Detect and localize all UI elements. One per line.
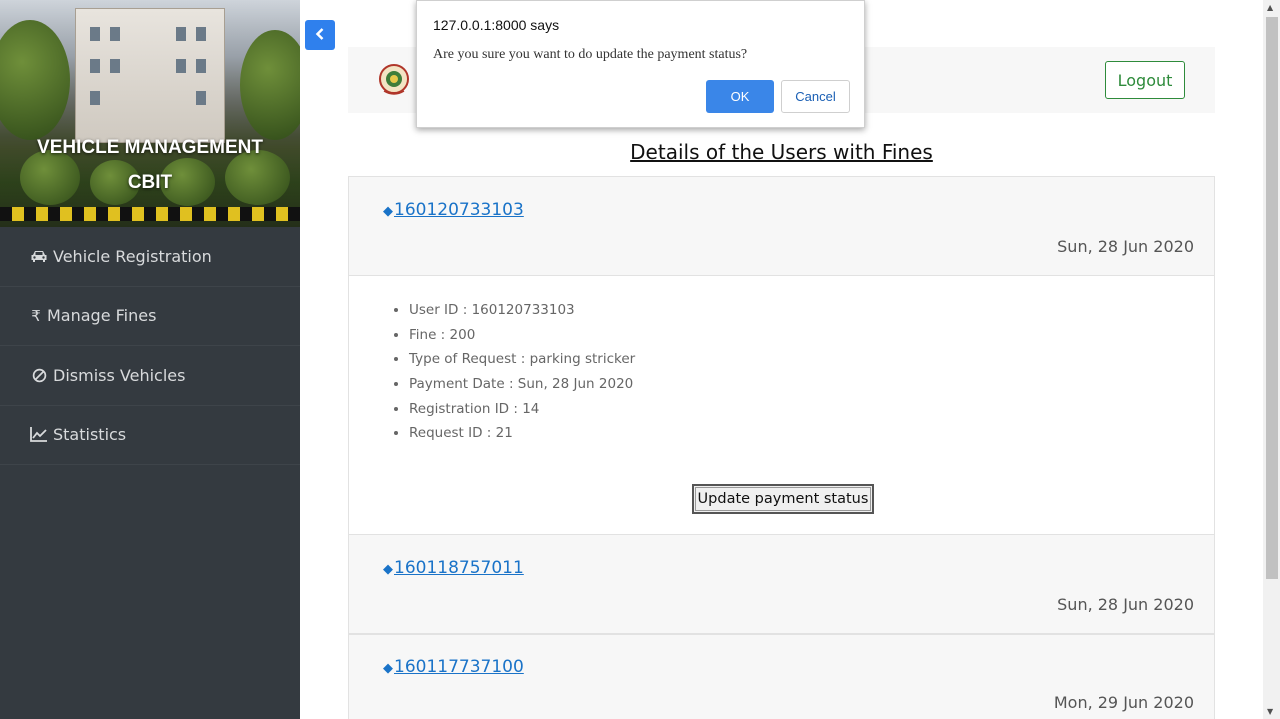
card-body: User ID : 160120733103 Fine : 200 Type o… [348, 276, 1215, 534]
diamond-icon: ◆ [383, 562, 393, 577]
college-logo-icon [378, 63, 410, 97]
ban-icon [30, 366, 48, 384]
chevron-left-icon [315, 26, 325, 45]
sidebar-item-manage-fines[interactable]: ₹ Manage Fines [0, 287, 300, 346]
diamond-icon: ◆ [383, 661, 393, 676]
detail-request-id: Request ID : 21 [409, 421, 635, 446]
update-payment-status-button[interactable]: Update payment status [692, 484, 874, 514]
college-building-image [75, 8, 225, 143]
user-id-text: 160120733103 [394, 200, 524, 220]
diamond-icon: ◆ [383, 204, 393, 219]
user-id-link[interactable]: ◆160118757011 [383, 558, 524, 578]
card-header[interactable]: ◆160118757011 Sun, 28 Jun 2020 [348, 534, 1215, 634]
sidebar-item-label: Manage Fines [47, 306, 157, 326]
sidebar-toggle-button[interactable] [305, 20, 335, 50]
sidebar-title-line1: VEHICLE MANAGEMENT [37, 137, 263, 158]
fine-details-list: User ID : 160120733103 Fine : 200 Type o… [409, 298, 635, 446]
detail-payment-date: Payment Date : Sun, 28 Jun 2020 [409, 372, 635, 397]
dialog-origin: 127.0.0.1:8000 says [433, 17, 560, 33]
page-scrollbar[interactable]: ▲ ▼ [1263, 0, 1280, 719]
sidebar-title: VEHICLE MANAGEMENT CBIT [0, 130, 300, 200]
user-id-link[interactable]: ◆160120733103 [383, 200, 524, 220]
user-id-text: 160117737100 [394, 657, 524, 677]
sidebar-item-dismiss-vehicles[interactable]: Dismiss Vehicles [0, 346, 300, 406]
dialog-message: Are you sure you want to do update the p… [433, 47, 748, 62]
cancel-button[interactable]: Cancel [781, 80, 850, 113]
sidebar-item-statistics[interactable]: Statistics [0, 406, 300, 465]
line-chart-icon [30, 426, 48, 444]
sidebar-item-label: Statistics [53, 425, 127, 445]
card-header[interactable]: ◆160120733103 Sun, 28 Jun 2020 [348, 176, 1215, 276]
card-date: Sun, 28 Jun 2020 [1057, 237, 1194, 256]
logout-button[interactable]: Logout [1105, 61, 1185, 99]
scroll-up-icon[interactable]: ▲ [1267, 3, 1273, 12]
detail-user-id: User ID : 160120733103 [409, 298, 635, 323]
detail-fine: Fine : 200 [409, 323, 635, 348]
car-icon [30, 247, 48, 265]
rupee-icon: ₹ [31, 306, 41, 325]
sidebar-item-label: Vehicle Registration [53, 246, 212, 266]
sidebar-header-image: VEHICLE MANAGEMENT CBIT [0, 0, 300, 227]
scroll-down-icon[interactable]: ▼ [1267, 707, 1273, 716]
card-header[interactable]: ◆160117737100 Mon, 29 Jun 2020 [348, 634, 1215, 719]
fines-list: ◆160120733103 Sun, 28 Jun 2020 User ID :… [348, 176, 1215, 719]
scroll-thumb[interactable] [1266, 17, 1278, 579]
confirm-dialog: 127.0.0.1:8000 says Are you sure you wan… [416, 0, 865, 128]
page-title: Details of the Users with Fines [630, 140, 933, 164]
user-id-link[interactable]: ◆160117737100 [383, 657, 524, 677]
ok-button[interactable]: OK [706, 80, 774, 113]
card-date: Sun, 28 Jun 2020 [1057, 595, 1194, 614]
sidebar: VEHICLE MANAGEMENT CBIT Vehicle Registra… [0, 0, 300, 719]
card-date: Mon, 29 Jun 2020 [1053, 693, 1194, 712]
detail-registration-id: Registration ID : 14 [409, 397, 635, 422]
sidebar-item-label: Dismiss Vehicles [53, 365, 186, 385]
detail-request-type: Type of Request : parking stricker [409, 347, 635, 372]
user-id-text: 160118757011 [394, 558, 524, 578]
sidebar-item-vehicle-registration[interactable]: Vehicle Registration [0, 227, 300, 287]
sidebar-title-line2: CBIT [127, 172, 173, 193]
